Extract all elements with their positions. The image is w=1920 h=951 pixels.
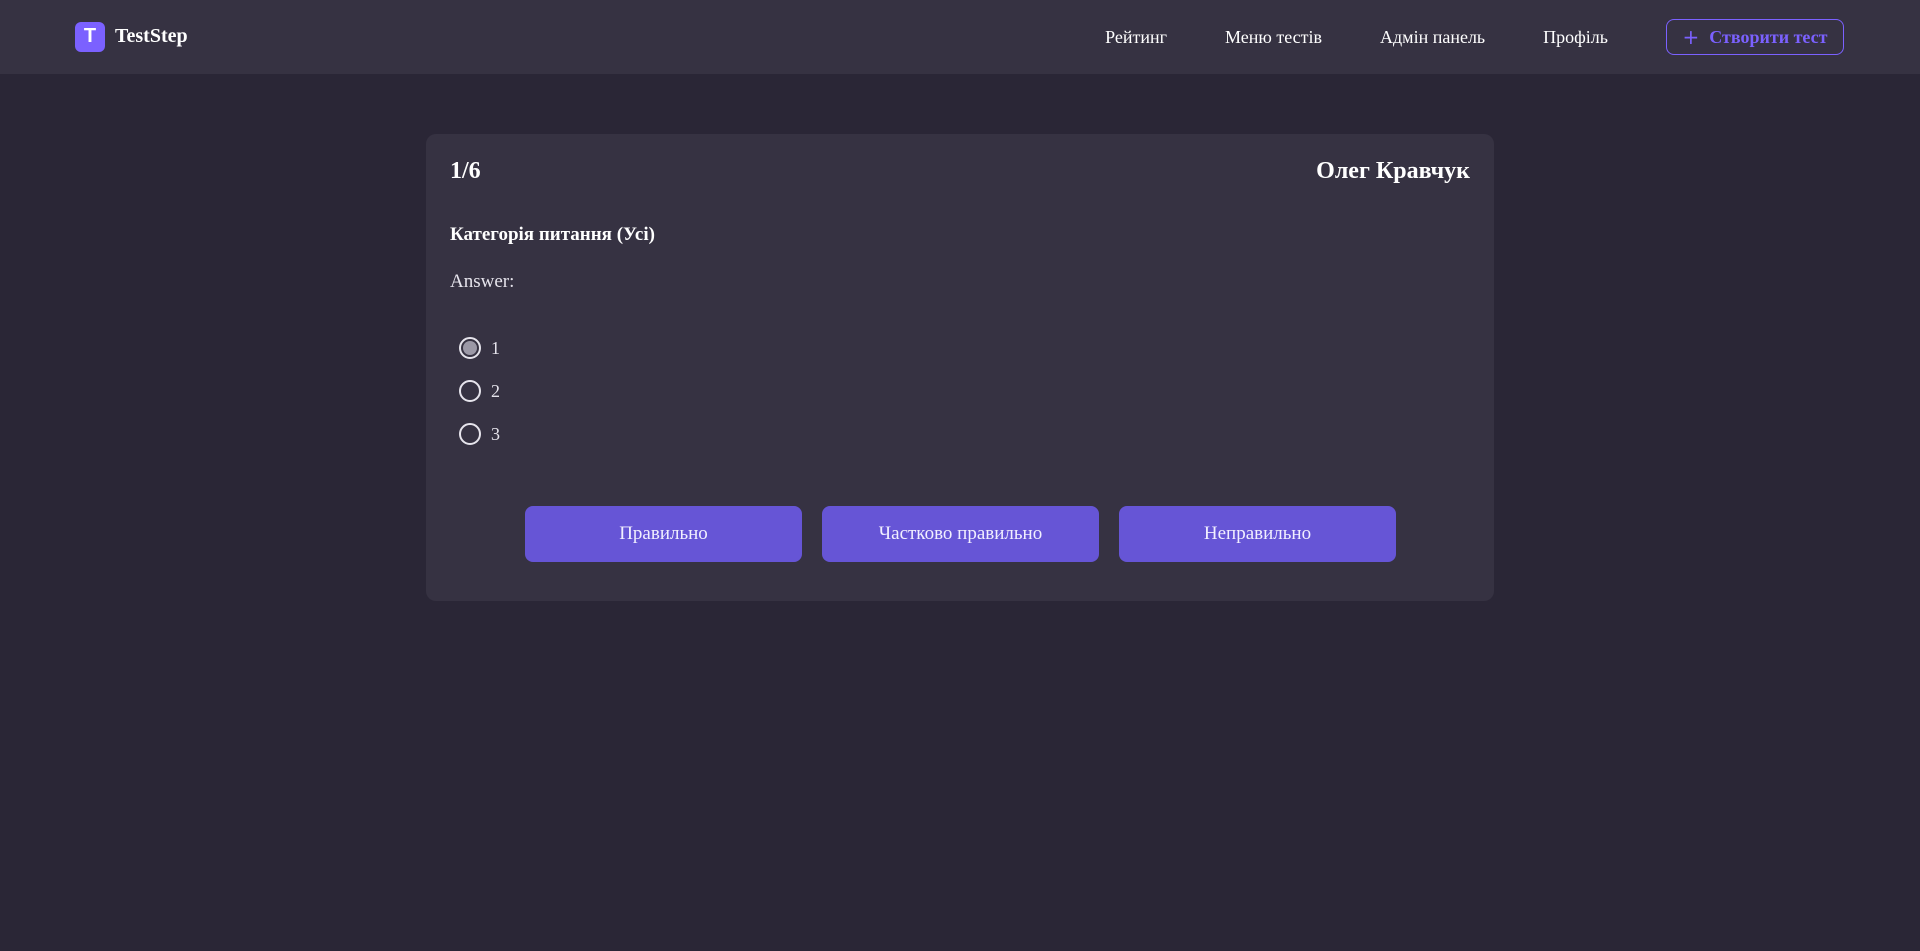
option-label: 3 bbox=[491, 423, 500, 444]
logo-icon: T bbox=[75, 21, 105, 52]
question-counter: 1/6 bbox=[450, 158, 481, 184]
radio-button[interactable] bbox=[459, 380, 481, 402]
brand-name: TestStep bbox=[115, 25, 188, 47]
partially-correct-button[interactable]: Частково правильно bbox=[822, 506, 1099, 562]
grading-actions: Правильно Частково правильно Неправильно bbox=[525, 506, 1396, 562]
top-navbar: T TestStep Рейтинг Меню тестів Адмін пан… bbox=[0, 0, 1920, 74]
nav-link-profile[interactable]: Профіль bbox=[1543, 27, 1608, 48]
radio-button[interactable] bbox=[459, 423, 481, 445]
answer-label: Answer: bbox=[450, 271, 515, 292]
answer-options: 1 2 3 bbox=[459, 337, 500, 466]
nav-link-tests-menu[interactable]: Меню тестів bbox=[1225, 27, 1322, 48]
question-card: 1/6 Олег Кравчук Категорія питання (Усі)… bbox=[426, 134, 1494, 601]
question-title: Категорія питання (Усі) bbox=[450, 224, 655, 245]
nav-link-rating[interactable]: Рейтинг bbox=[1105, 27, 1167, 48]
brand-link[interactable]: T TestStep bbox=[75, 21, 188, 52]
nav-links: Рейтинг Меню тестів Адмін панель Профіль… bbox=[1105, 19, 1844, 55]
incorrect-button[interactable]: Неправильно bbox=[1119, 506, 1396, 562]
correct-button[interactable]: Правильно bbox=[525, 506, 802, 562]
answer-option[interactable]: 3 bbox=[459, 423, 500, 445]
answer-option[interactable]: 2 bbox=[459, 380, 500, 402]
user-name: Олег Кравчук bbox=[1316, 158, 1470, 184]
option-label: 1 bbox=[491, 337, 500, 358]
answer-option[interactable]: 1 bbox=[459, 337, 500, 359]
nav-link-admin-panel[interactable]: Адмін панель bbox=[1380, 27, 1485, 48]
option-label: 2 bbox=[491, 380, 500, 401]
radio-button-checked[interactable] bbox=[459, 337, 481, 359]
plus-icon: + bbox=[1682, 25, 1700, 49]
create-test-button[interactable]: + Створити тест bbox=[1666, 19, 1844, 55]
create-test-label: Створити тест bbox=[1709, 26, 1828, 47]
